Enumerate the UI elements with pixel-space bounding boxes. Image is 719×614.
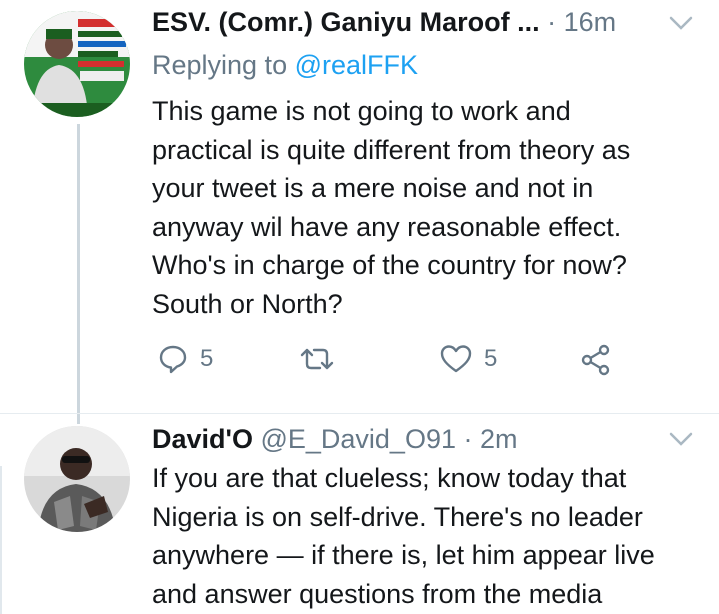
tweet-text-line: practical is quite different from theory… xyxy=(152,134,631,165)
like-icon xyxy=(440,345,472,373)
replying-label: Replying to xyxy=(152,50,288,80)
tweet-header: ESV. (Comr.) Ganiyu Maroof ... · 16m xyxy=(152,6,616,38)
tweet-text: If you are that clueless; know today tha… xyxy=(152,459,655,613)
like-count: 5 xyxy=(484,345,498,372)
tweet-actions: 5 5 xyxy=(152,340,622,384)
tweet-text-line: South or North? xyxy=(152,288,343,319)
tweet-2[interactable]: David'O @E_David_O91 · 2m If you are tha… xyxy=(0,414,719,614)
left-edge-border xyxy=(0,466,12,614)
tweet-text-line: Who's in charge of the country for now? xyxy=(152,250,627,281)
timestamp[interactable]: 2m xyxy=(480,424,518,454)
tweet-text-line: If you are that clueless; know today tha… xyxy=(152,463,627,493)
retweet-icon xyxy=(300,348,334,370)
replying-to: Replying to @realFFK xyxy=(152,49,418,81)
retweet-button[interactable] xyxy=(300,344,346,374)
display-name[interactable]: David'O xyxy=(152,424,253,454)
tweet-1[interactable]: ESV. (Comr.) Ganiyu Maroof ... · 16m Rep… xyxy=(0,0,719,414)
tweet-text-line: anyway wil have any reasonable effect. xyxy=(152,211,622,242)
separator-dot: · xyxy=(547,7,557,37)
chevron-down-icon[interactable] xyxy=(668,14,694,32)
like-button[interactable]: 5 xyxy=(440,344,497,374)
mention-link[interactable]: @realFFK xyxy=(295,50,418,80)
tweet-text-line: your tweet is a mere noise and not in xyxy=(152,173,594,204)
avatar[interactable] xyxy=(24,426,130,532)
reply-icon xyxy=(159,345,187,374)
tweet-text-line: anywhere — if there is, let him appear l… xyxy=(152,540,655,571)
tweet-text-line: This game is not going to work and xyxy=(152,96,571,126)
reply-count: 5 xyxy=(200,345,214,372)
tweet-text: This game is not going to work and pract… xyxy=(152,92,630,324)
tweet-header: David'O @E_David_O91 · 2m xyxy=(152,423,518,455)
chevron-down-icon[interactable] xyxy=(668,430,694,448)
reply-button[interactable]: 5 xyxy=(158,344,213,374)
user-handle[interactable]: @E_David_O91 xyxy=(260,424,456,454)
tweet-text-line: Nigeria is on self-drive. There's no lea… xyxy=(152,501,643,532)
avatar[interactable] xyxy=(24,11,130,117)
display-name[interactable]: ESV. (Comr.) Ganiyu Maroof ... xyxy=(152,7,540,37)
separator-dot: · xyxy=(463,424,473,454)
tweet-text-line: and answer questions from the media xyxy=(152,578,603,609)
share-button[interactable] xyxy=(580,344,612,376)
share-icon xyxy=(581,344,610,376)
timestamp[interactable]: 16m xyxy=(564,7,617,37)
